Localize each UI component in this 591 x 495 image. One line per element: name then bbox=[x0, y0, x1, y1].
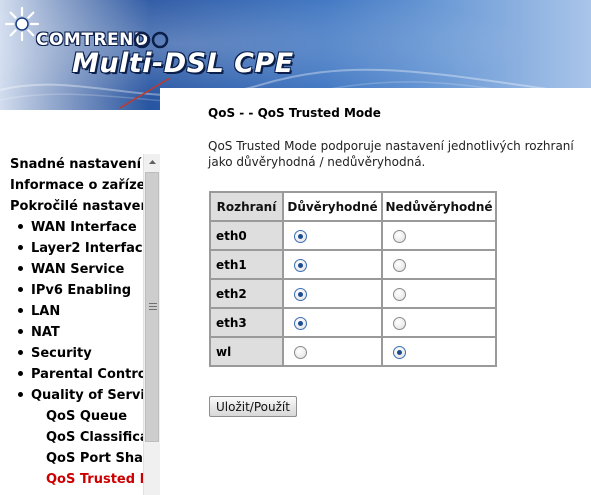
main-content: QoS - - QoS Trusted Mode QoS Trusted Mod… bbox=[160, 88, 591, 495]
sidebar-item-label: Quality of Service bbox=[31, 388, 143, 403]
save-apply-button[interactable]: Uložit/Použít bbox=[209, 396, 297, 417]
bullet-icon bbox=[18, 287, 23, 292]
page-title: QoS - - QoS Trusted Mode bbox=[208, 106, 381, 120]
interface-name: eth3 bbox=[209, 307, 284, 338]
untrusted-cell bbox=[381, 220, 497, 251]
bullet-icon bbox=[18, 350, 23, 355]
comtrend-logo-icon bbox=[4, 6, 40, 42]
untrusted-cell bbox=[381, 249, 497, 280]
interface-name: eth0 bbox=[209, 220, 284, 251]
sidebar-item-layer2-interface[interactable]: Layer2 Interface bbox=[0, 238, 143, 259]
product-name: Multi-DSL CPE bbox=[72, 48, 294, 79]
bullet-icon bbox=[18, 245, 23, 250]
table-row: wl bbox=[209, 336, 497, 367]
sidebar-item-label: WAN Service bbox=[31, 262, 125, 277]
untrusted-radio[interactable] bbox=[393, 316, 406, 330]
header-interface: Rozhraní bbox=[209, 191, 284, 222]
sidebar-item-device-info[interactable]: Informace o zařízení bbox=[0, 175, 143, 196]
sidebar-item-ipv6-enabling[interactable]: IPv6 Enabling bbox=[0, 280, 143, 301]
bullet-icon bbox=[18, 266, 23, 271]
brand-circles-icon bbox=[133, 31, 169, 49]
bullet-icon bbox=[18, 308, 23, 313]
untrusted-cell bbox=[381, 278, 497, 309]
table-header-row: Rozhraní Důvěryhodné Nedůvěryhodné bbox=[209, 191, 497, 222]
sidebar-item-advanced-setup[interactable]: Pokročilé nastavení bbox=[0, 196, 143, 217]
bullet-icon bbox=[18, 371, 23, 376]
interface-name: wl bbox=[209, 336, 284, 367]
sidebar-item-qos-classification[interactable]: QoS Classification bbox=[0, 427, 143, 448]
bullet-icon bbox=[18, 329, 23, 334]
scrollbar-grip-icon bbox=[149, 303, 157, 312]
trusted-radio[interactable] bbox=[294, 229, 307, 243]
sidebar-item-wan-interface[interactable]: WAN Interface bbox=[0, 217, 143, 238]
sidebar-item-label: Security bbox=[31, 346, 92, 361]
sidebar-item-nat[interactable]: NAT bbox=[0, 322, 143, 343]
trusted-radio[interactable] bbox=[294, 316, 307, 330]
trusted-radio[interactable] bbox=[294, 345, 307, 359]
trusted-cell bbox=[282, 336, 383, 367]
interface-name: eth1 bbox=[209, 249, 284, 280]
sidebar-item-label: IPv6 Enabling bbox=[31, 283, 132, 298]
sidebar-item-label: NAT bbox=[31, 325, 60, 340]
table-row: eth3 bbox=[209, 307, 497, 338]
sidebar-scrollbar[interactable] bbox=[143, 154, 161, 495]
trusted-cell bbox=[282, 220, 383, 251]
sidebar-item-qos-queue[interactable]: QoS Queue bbox=[0, 406, 143, 427]
sidebar-item-quality-of-service[interactable]: Quality of Service bbox=[0, 385, 143, 406]
sidebar-item-lan[interactable]: LAN bbox=[0, 301, 143, 322]
interface-name: eth2 bbox=[209, 278, 284, 309]
untrusted-cell bbox=[381, 307, 497, 338]
sidebar: Snadné nastavení Informace o zařízení Po… bbox=[0, 110, 161, 495]
sidebar-item-label: WAN Interface bbox=[31, 220, 137, 235]
untrusted-cell bbox=[381, 336, 497, 367]
table-row: eth0 bbox=[209, 220, 497, 251]
untrusted-radio[interactable] bbox=[393, 258, 406, 272]
table-row: eth2 bbox=[209, 278, 497, 309]
header-untrusted: Nedůvěryhodné bbox=[381, 191, 497, 222]
sidebar-item-security[interactable]: Security bbox=[0, 343, 143, 364]
scrollbar-thumb[interactable] bbox=[145, 172, 159, 442]
bullet-icon bbox=[18, 392, 23, 397]
sidebar-item-quick-setup[interactable]: Snadné nastavení bbox=[0, 154, 143, 175]
trusted-cell bbox=[282, 307, 383, 338]
sidebar-item-label: Layer2 Interface bbox=[31, 241, 143, 256]
untrusted-radio[interactable] bbox=[393, 229, 406, 243]
sidebar-item-qos-trusted-mode[interactable]: QoS Trusted Mode bbox=[0, 469, 143, 490]
trusted-cell bbox=[282, 249, 383, 280]
sidebar-item-label: Parental Control bbox=[31, 367, 143, 382]
untrusted-radio[interactable] bbox=[393, 345, 406, 359]
sidebar-item-wan-service[interactable]: WAN Service bbox=[0, 259, 143, 280]
page-description: QoS Trusted Mode podporuje nastavení jed… bbox=[208, 139, 574, 169]
table-row: eth1 bbox=[209, 249, 497, 280]
scroll-up-arrow-icon[interactable] bbox=[144, 154, 161, 171]
trusted-mode-table: Rozhraní Důvěryhodné Nedůvěryhodné eth0 … bbox=[209, 191, 497, 367]
sidebar-item-label: LAN bbox=[31, 304, 61, 319]
bullet-icon bbox=[18, 224, 23, 229]
untrusted-radio[interactable] bbox=[393, 287, 406, 301]
trusted-cell bbox=[282, 278, 383, 309]
sidebar-nav: Snadné nastavení Informace o zařízení Po… bbox=[0, 154, 143, 495]
trusted-radio[interactable] bbox=[294, 287, 307, 301]
trusted-radio[interactable] bbox=[294, 258, 307, 272]
sidebar-item-parental-control[interactable]: Parental Control bbox=[0, 364, 143, 385]
header-trusted: Důvěryhodné bbox=[282, 191, 383, 222]
sidebar-item-qos-port-shaping[interactable]: QoS Port Shaping bbox=[0, 448, 143, 469]
